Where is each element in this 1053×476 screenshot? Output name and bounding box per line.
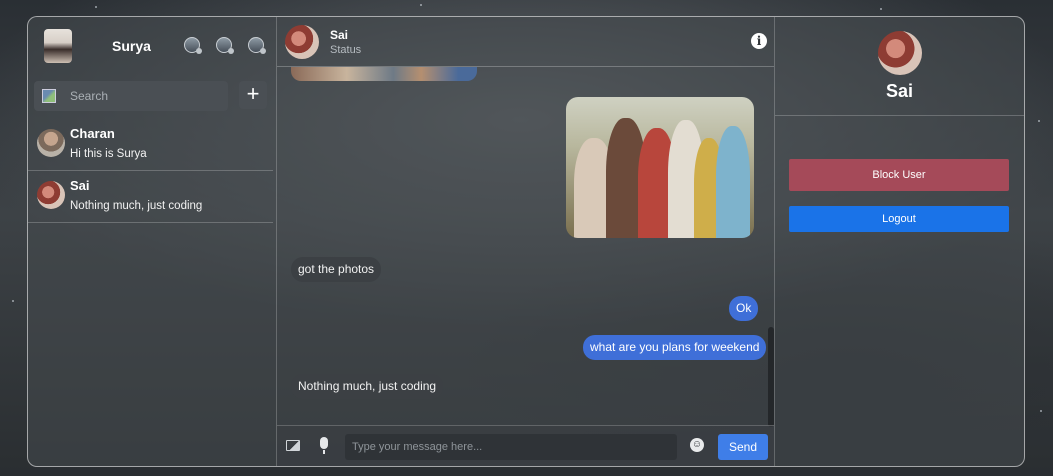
message-input[interactable] bbox=[345, 434, 677, 460]
message-outgoing: Ok bbox=[729, 296, 759, 321]
add-contact-button[interactable]: + bbox=[239, 81, 267, 109]
chat-contact-name: Charan bbox=[70, 126, 115, 141]
sidebar: Surya + Charan Hi this is Surya Sai Noth… bbox=[28, 17, 277, 466]
image-message[interactable] bbox=[291, 67, 477, 81]
message-incoming: got the photos bbox=[291, 257, 382, 282]
current-user-name: Surya bbox=[112, 38, 151, 54]
star bbox=[420, 4, 422, 6]
block-user-button[interactable]: Block User bbox=[789, 159, 1009, 191]
search-icon bbox=[42, 89, 56, 103]
star bbox=[95, 6, 97, 8]
star bbox=[1038, 120, 1040, 122]
scrollbar[interactable] bbox=[768, 327, 774, 427]
profile-panel: Sai Block User Logout bbox=[775, 17, 1024, 466]
image-message[interactable] bbox=[566, 97, 754, 238]
star bbox=[1040, 410, 1042, 412]
avatar[interactable] bbox=[44, 29, 72, 63]
new-chat-icon[interactable] bbox=[216, 37, 234, 54]
message-composer: ☺ Send bbox=[277, 425, 774, 466]
message-incoming: Nothing much, just coding bbox=[291, 374, 444, 399]
chat-list-item-sai[interactable]: Sai Nothing much, just coding bbox=[28, 171, 273, 223]
star bbox=[880, 8, 882, 10]
microphone-icon[interactable] bbox=[320, 437, 328, 454]
avatar[interactable] bbox=[285, 25, 319, 59]
avatar bbox=[37, 129, 65, 157]
conversation-header: Sai Status i bbox=[277, 17, 774, 67]
status-icon[interactable] bbox=[184, 37, 202, 54]
conversation-panel: Sai Status i got the photos Ok what are … bbox=[277, 17, 775, 466]
menu-icon[interactable] bbox=[248, 37, 266, 54]
search-box bbox=[34, 81, 228, 111]
send-button[interactable]: Send bbox=[718, 434, 768, 460]
contact-status: Status bbox=[330, 44, 362, 56]
chat-contact-name: Sai bbox=[70, 178, 90, 193]
chat-list-item-charan[interactable]: Charan Hi this is Surya bbox=[28, 119, 273, 171]
divider bbox=[775, 115, 1024, 116]
chat-app-window: Surya + Charan Hi this is Surya Sai Noth… bbox=[27, 16, 1025, 467]
avatar bbox=[37, 181, 65, 209]
chat-last-message: Nothing much, just coding bbox=[70, 200, 203, 212]
search-input[interactable] bbox=[70, 89, 220, 103]
avatar bbox=[878, 31, 922, 75]
photo-figure bbox=[716, 126, 750, 238]
message-outgoing: what are you plans for weekend bbox=[583, 335, 767, 360]
info-icon[interactable]: i bbox=[751, 33, 767, 49]
profile-name: Sai bbox=[885, 81, 914, 101]
chat-last-message: Hi this is Surya bbox=[70, 148, 147, 160]
image-icon[interactable] bbox=[286, 440, 300, 451]
emoji-icon[interactable]: ☺ bbox=[690, 438, 704, 452]
contact-name: Sai bbox=[330, 28, 349, 42]
logout-button[interactable]: Logout bbox=[789, 206, 1009, 232]
sidebar-header: Surya bbox=[28, 17, 276, 75]
star bbox=[12, 300, 14, 302]
